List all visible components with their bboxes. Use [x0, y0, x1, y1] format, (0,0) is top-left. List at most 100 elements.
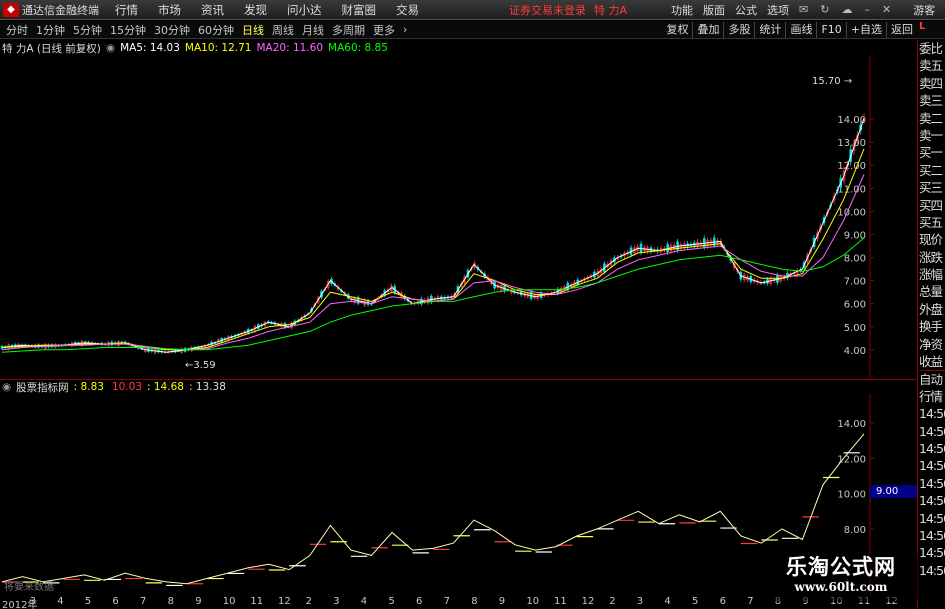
menu-item-news[interactable]: 资讯	[201, 2, 224, 18]
stats-button[interactable]: 统计	[754, 22, 785, 38]
menu-item-options[interactable]: 选项	[767, 2, 789, 18]
date-tick: 11	[554, 596, 567, 607]
sidebar-field: 14:50	[919, 493, 945, 509]
main-candlestick-chart[interactable]: 14.0013.0012.0011.0010.009.008.007.006.0…	[0, 56, 918, 378]
sidebar-field: 现价	[919, 232, 943, 248]
date-tick: 4	[664, 596, 671, 607]
date-tick: 2	[609, 596, 616, 607]
message-icon[interactable]: ✉	[799, 3, 808, 16]
low-price-label: ←3.59	[185, 360, 216, 371]
indicator-value-4: : 13.38	[188, 381, 226, 393]
period-tab-more[interactable]: 更多	[373, 22, 395, 38]
period-tab-5min[interactable]: 5分钟	[73, 22, 102, 38]
settings-dot-icon[interactable]: ◉	[2, 381, 11, 393]
app-title: 通达信金融终端	[22, 3, 99, 17]
minimize-icon[interactable]: –	[864, 3, 870, 16]
indicator-title: 股票指标网	[16, 381, 69, 394]
date-tick: 7	[443, 596, 450, 607]
period-tab-weekly[interactable]: 周线	[272, 22, 294, 38]
menu-item-ask[interactable]: 问小达	[287, 2, 322, 18]
ma20-label: MA20: 11.60	[256, 42, 324, 54]
overlay-button[interactable]: 叠加	[692, 22, 723, 38]
y-tick-label: 6.00	[844, 300, 866, 311]
current-value-tag: 9.00	[870, 485, 917, 498]
date-tick: 12	[278, 596, 291, 607]
sidebar-field: 自动	[919, 370, 945, 387]
period-tab-intraday[interactable]: 分时	[6, 22, 28, 38]
quote-sidebar: 委比 卖五 卖四 卖三 卖二 卖一 买一 买二 买三 买四 买五 现价 涨跌 涨幅 总量 外盘 换手 净资 收益 自动…	[919, 40, 945, 609]
period-tab-daily[interactable]: 日线	[242, 22, 264, 38]
back-button[interactable]: 返回	[886, 22, 917, 38]
settings-dot-icon[interactable]: ◉	[106, 42, 115, 54]
date-tick: 8	[471, 596, 478, 607]
menu-item-trade[interactable]: 交易	[396, 2, 419, 18]
menu-item-function[interactable]: 功能	[671, 2, 693, 18]
draw-button[interactable]: 画线	[785, 22, 816, 38]
date-tick: 8	[167, 596, 174, 607]
stock-title: 特 力A (日线 前复权)	[2, 42, 101, 55]
sidebar-field: 买三	[919, 180, 943, 196]
date-tick: 5	[84, 596, 92, 607]
sidebar-field: 14:50	[919, 458, 945, 474]
f10-button[interactable]: F10	[816, 22, 845, 38]
period-tab-15min[interactable]: 15分钟	[110, 22, 146, 38]
date-tick: 3	[636, 596, 644, 607]
sidebar-field: 涨跌	[919, 249, 943, 265]
level-indicator: L	[919, 21, 926, 32]
future-data-label: 将要来数据	[4, 580, 54, 593]
ma60-label: MA60: 8.85	[328, 42, 388, 54]
date-tick: 6	[112, 596, 119, 607]
sidebar-field: 卖五	[919, 58, 943, 74]
adjust-button[interactable]: 复权	[662, 22, 692, 38]
date-tick: 3	[333, 596, 340, 607]
ma-line-ma10	[1, 148, 865, 351]
y-tick-label: 12.00	[837, 454, 866, 465]
sidebar-field: 行情	[919, 388, 943, 404]
guest-user[interactable]: 游客	[913, 2, 935, 18]
date-tick: 7	[140, 596, 147, 607]
chevron-right-icon[interactable]: ›	[403, 23, 407, 36]
menu-item-formula[interactable]: 公式	[735, 2, 757, 18]
sidebar-field: 卖二	[919, 110, 943, 126]
period-tab-multi[interactable]: 多周期	[332, 22, 365, 38]
refresh-icon[interactable]: ↻	[820, 3, 829, 16]
sidebar-field: 14:50	[919, 423, 945, 439]
date-tick: 7	[747, 596, 754, 607]
sidebar-field: 卖一	[919, 127, 943, 143]
main-info-line: 特 力A (日线 前复权) ◉ MA5: 14.03 MA10: 12.71 M…	[2, 41, 393, 55]
date-tick: 6	[416, 596, 423, 607]
menu-item-layout[interactable]: 版面	[703, 2, 725, 18]
close-icon[interactable]: ✕	[882, 3, 891, 16]
date-tick: 2	[305, 596, 312, 607]
y-tick-label: 13.00	[837, 138, 866, 149]
sidebar-field: 委比	[919, 41, 943, 56]
period-tab-1min[interactable]: 1分钟	[36, 22, 65, 38]
sidebar-field: 外盘	[919, 301, 943, 317]
date-tick: 9	[498, 596, 506, 607]
watermark-logo: 乐淘公式网 www.60lt.com	[762, 554, 920, 602]
indicator-value-2: 10.03	[111, 381, 142, 393]
sidebar-field: 涨幅	[919, 267, 943, 283]
toolbar-buttons: 复权 叠加 多股 统计 画线 F10 +自选 返回	[662, 21, 917, 39]
date-tick: 9	[195, 596, 202, 607]
period-tab-60min[interactable]: 60分钟	[198, 22, 234, 38]
sidebar-field: 14:50	[919, 562, 945, 578]
ma10-label: MA10: 12.71	[184, 42, 252, 54]
period-tab-30min[interactable]: 30分钟	[154, 22, 190, 38]
date-tick: 4	[57, 596, 64, 607]
sub-info-line: ◉ 股票指标网 : 8.83 10.03 : 14.68 : 13.38	[2, 380, 231, 394]
date-tick: 10	[526, 596, 540, 607]
multi-stock-button[interactable]: 多股	[723, 22, 754, 38]
login-notice[interactable]: 证券交易未登录	[509, 2, 586, 18]
add-watchlist-button[interactable]: +自选	[845, 22, 886, 38]
sidebar-field: 买五	[919, 214, 943, 230]
date-tick: 6	[719, 596, 726, 607]
menu-item-discover[interactable]: 发现	[244, 2, 267, 18]
period-tab-monthly[interactable]: 月线	[302, 22, 324, 38]
menu-item-quotes[interactable]: 行情	[115, 2, 138, 18]
menu-item-market[interactable]: 市场	[158, 2, 181, 18]
sidebar-field: 总量	[919, 284, 943, 300]
cloud-icon[interactable]: ☁	[841, 3, 852, 16]
y-tick-label: 12.00	[837, 161, 866, 172]
menu-item-wealth[interactable]: 财富圈	[342, 2, 377, 18]
